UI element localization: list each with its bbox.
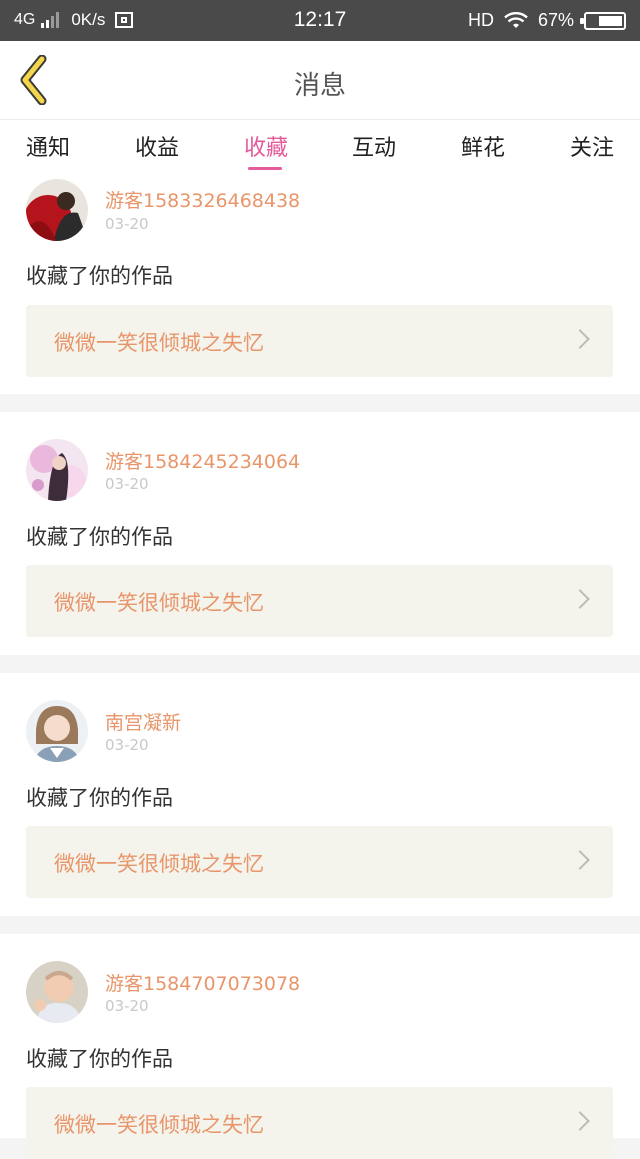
page-title: 消息	[293, 71, 346, 101]
status-right: HD 67%	[468, 10, 626, 31]
tab-bar: 通知 收益 收藏 互动 鲜花 关注	[0, 119, 640, 177]
message-date: 03-20	[105, 475, 149, 493]
chevron-right-icon	[570, 850, 590, 870]
work-title: 微微一笑很倾城之失忆	[54, 852, 264, 876]
message-card: 游客1584245234064 03-20 收藏了你的作品 微微一笑很倾城之失忆	[0, 412, 640, 655]
message-card: 南宫凝新 03-20 收藏了你的作品 微微一笑很倾城之失忆	[0, 673, 640, 916]
username[interactable]: 游客1583326468438	[105, 186, 300, 213]
message-text: 收藏了你的作品	[26, 786, 173, 810]
chevron-right-icon	[570, 1111, 590, 1131]
tab-interactions[interactable]: 互动	[352, 130, 396, 162]
username[interactable]: 游客1584245234064	[105, 447, 300, 474]
status-bar: 4G 0K/s 12:17 HD 67%	[0, 0, 640, 41]
chevron-right-icon	[570, 589, 590, 609]
tab-favorites[interactable]: 收藏	[244, 130, 288, 162]
tab-following[interactable]: 关注	[570, 130, 614, 162]
work-title: 微微一笑很倾城之失忆	[54, 1113, 264, 1137]
avatar[interactable]	[26, 179, 88, 241]
avatar[interactable]	[26, 439, 88, 501]
work-title: 微微一笑很倾城之失忆	[54, 331, 264, 355]
message-date: 03-20	[105, 736, 149, 754]
work-link[interactable]: 微微一笑很倾城之失忆	[26, 1087, 613, 1159]
avatar[interactable]	[26, 700, 88, 762]
message-date: 03-20	[105, 215, 149, 233]
hd-indicator: HD	[467, 10, 494, 30]
message-text: 收藏了你的作品	[26, 525, 173, 549]
battery-percent: 67%	[537, 10, 574, 30]
battery-level	[599, 15, 622, 26]
tab-flowers[interactable]: 鲜花	[461, 130, 505, 162]
chevron-right-icon	[570, 329, 590, 349]
message-text: 收藏了你的作品	[26, 264, 173, 288]
work-link[interactable]: 微微一笑很倾城之失忆	[26, 305, 613, 377]
active-tab-indicator	[248, 167, 282, 170]
tab-notifications[interactable]: 通知	[26, 130, 70, 162]
tab-earnings[interactable]: 收益	[135, 130, 179, 162]
avatar[interactable]	[26, 961, 88, 1023]
message-date: 03-20	[105, 997, 149, 1015]
username[interactable]: 南宫凝新	[105, 708, 181, 735]
message-card: 游客1583326468438 03-20 收藏了你的作品 微微一笑很倾城之失忆	[0, 177, 640, 394]
work-link[interactable]: 微微一笑很倾城之失忆	[26, 565, 613, 637]
wifi-icon	[504, 11, 528, 30]
work-title: 微微一笑很倾城之失忆	[54, 591, 264, 615]
work-link[interactable]: 微微一笑很倾城之失忆	[26, 826, 613, 898]
battery-icon	[580, 11, 626, 30]
username[interactable]: 游客1584707073078	[105, 969, 300, 996]
message-card: 游客1584707073078 03-20 收藏了你的作品 微微一笑很倾城之失忆	[0, 934, 640, 1159]
message-text: 收藏了你的作品	[26, 1047, 173, 1071]
header: 消息	[0, 41, 640, 119]
